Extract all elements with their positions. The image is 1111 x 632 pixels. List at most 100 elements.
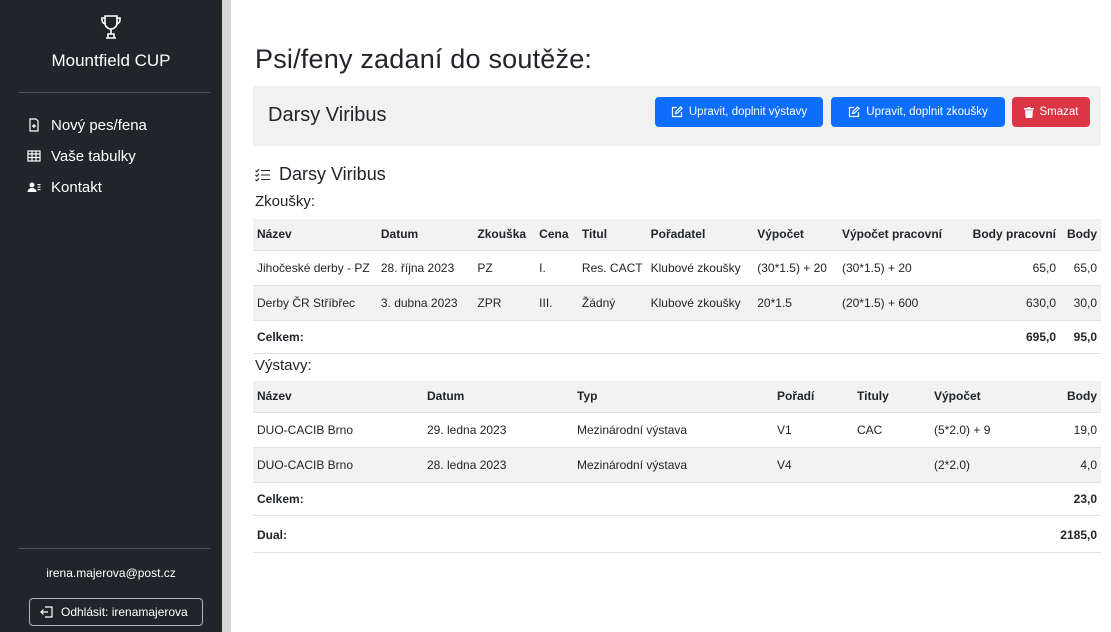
table-cell: 3. dubna 2023 <box>376 285 474 321</box>
shows-table: Název Datum Typ Pořadí Tituly Výpočet Bo… <box>253 381 1101 516</box>
table-row: Jihočeské derby - PZ 28. října 2023 PZ I… <box>253 250 1101 286</box>
trophy-icon <box>101 15 121 39</box>
file-plus-icon <box>29 118 39 132</box>
logout-button[interactable]: Odhlásit: irenamajerova <box>29 598 203 626</box>
total-row: Celkem: 695,0 95,0 <box>253 320 1101 354</box>
column-header: Název <box>253 381 423 413</box>
table-cell: (30*1.5) + 20 <box>753 250 838 286</box>
table-cell: 30,0 <box>1060 285 1101 321</box>
column-header: Výpočet <box>930 381 1022 413</box>
total-label: Celkem: <box>253 320 377 354</box>
column-header: Typ <box>573 381 773 413</box>
column-header: Datum <box>376 219 474 251</box>
user-email: irena.majerova@post.cz <box>46 566 176 580</box>
table-cell: III. <box>535 285 578 321</box>
page-title: Psi/feny zadaní do soutěže: <box>255 44 593 74</box>
trash-icon <box>1023 106 1034 118</box>
sidebar: Mountfield CUP Nový pes/fena Vaše tabulk… <box>0 0 222 632</box>
table-cell: CAC <box>853 412 930 448</box>
column-header: Výpočet <box>753 219 838 251</box>
table-cell: DUO-CACIB Brno <box>253 412 423 448</box>
table-icon <box>27 150 41 162</box>
table-cell: Žádný <box>577 285 647 321</box>
table-cell: 630,0 <box>960 285 1061 321</box>
column-header: Body <box>1060 219 1101 251</box>
table-row: Derby ČR Stříbřec 3. dubna 2023 ZPR III.… <box>253 285 1101 321</box>
table-cell: (5*2.0) + 9 <box>930 412 1022 448</box>
table-cell: (30*1.5) + 20 <box>837 250 961 286</box>
dog-header-bar: Darsy Viribus Upravit, doplnit výstavy U… <box>253 86 1101 146</box>
edit-icon <box>671 106 683 118</box>
column-header: Titul <box>577 219 647 251</box>
dual-value: 2185,0 <box>642 519 1101 553</box>
total-work-points: 695,0 <box>960 320 1061 354</box>
table-cell: 19,0 <box>1022 412 1101 448</box>
nav-item-your-tables[interactable]: Vaše tabulky <box>27 145 136 167</box>
table-cell: Mezinárodní výstava <box>573 412 773 448</box>
table-cell: Derby ČR Stříbřec <box>253 285 377 321</box>
total-label: Celkem: <box>253 482 423 516</box>
nav-label: Vaše tabulky <box>51 147 136 165</box>
button-label: Upravit, doplnit výstavy <box>688 106 808 118</box>
total-points: 95,0 <box>1060 320 1101 354</box>
dual-label: Dual: <box>253 519 643 553</box>
button-label: Smazat <box>1039 106 1079 118</box>
brand-name[interactable]: Mountfield CUP <box>0 51 222 71</box>
table-cell: 20*1.5 <box>753 285 838 321</box>
edit-icon <box>849 106 861 118</box>
sidebar-divider <box>18 92 210 93</box>
logout-label: Odhlásit: irenamajerova <box>61 605 188 619</box>
column-header: Datum <box>423 381 573 413</box>
table-cell: I. <box>535 250 578 286</box>
total-row: Celkem: 23,0 <box>253 482 1101 516</box>
logout-icon <box>40 606 53 618</box>
column-header: Cena <box>535 219 578 251</box>
table-cell: DUO-CACIB Brno <box>253 447 423 483</box>
table-cell: 29. ledna 2023 <box>423 412 573 448</box>
list-check-icon <box>255 168 270 182</box>
column-header: Výpočet pracovní <box>837 219 961 251</box>
table-cell <box>853 447 930 483</box>
contacts-icon <box>27 182 41 192</box>
column-header: Tituly <box>853 381 930 413</box>
table-cell: (2*2.0) <box>930 447 1022 483</box>
table-cell: 28. října 2023 <box>376 250 474 286</box>
edit-trials-button[interactable]: Upravit, doplnit zkoušky <box>831 97 1005 127</box>
nav-item-new-dog[interactable]: Nový pes/fena <box>27 114 147 136</box>
trials-heading: Zkoušky: <box>255 193 316 210</box>
delete-button[interactable]: Smazat <box>1012 97 1090 127</box>
dual-row: Dual: 2185,0 <box>253 519 1101 553</box>
shows-heading: Výstavy: <box>255 357 312 374</box>
edit-shows-button[interactable]: Upravit, doplnit výstavy <box>655 97 823 127</box>
dog-name-header: Darsy Viribus <box>268 104 387 126</box>
table-cell: Mezinárodní výstava <box>573 447 773 483</box>
sidebar-edge <box>222 0 231 632</box>
sidebar-divider <box>18 548 210 549</box>
table-cell: Klubové zkoušky <box>646 285 754 321</box>
table-cell: PZ <box>473 250 536 286</box>
column-header: Zkouška <box>473 219 536 251</box>
table-header-row: Název Datum Typ Pořadí Tituly Výpočet Bo… <box>253 381 1101 413</box>
table-cell: Res. CACT <box>577 250 647 286</box>
dual-table: Dual: 2185,0 <box>253 519 1101 553</box>
table-cell: Jihočeské derby - PZ <box>253 250 377 286</box>
total-points: 23,0 <box>1022 482 1101 516</box>
table-header-row: Název Datum Zkouška Cena Titul Pořadatel… <box>253 219 1101 251</box>
table-cell: 4,0 <box>1022 447 1101 483</box>
button-label: Upravit, doplnit zkoušky <box>866 106 988 118</box>
column-header: Název <box>253 219 377 251</box>
table-cell: Klubové zkoušky <box>646 250 754 286</box>
column-header: Body pracovní <box>960 219 1061 251</box>
nav-item-contact[interactable]: Kontakt <box>27 176 102 198</box>
table-cell: ZPR <box>473 285 536 321</box>
detail-title: Darsy Viribus <box>255 164 386 185</box>
detail-title-text: Darsy Viribus <box>279 164 386 184</box>
table-cell: (20*1.5) + 600 <box>837 285 961 321</box>
nav-label: Nový pes/fena <box>51 116 147 134</box>
table-cell: V1 <box>773 412 853 448</box>
table-row: DUO-CACIB Brno 28. ledna 2023 Mezinárodn… <box>253 447 1101 483</box>
table-cell: V4 <box>773 447 853 483</box>
column-header: Body <box>1022 381 1101 413</box>
column-header: Pořadatel <box>646 219 754 251</box>
table-cell: 65,0 <box>960 250 1061 286</box>
